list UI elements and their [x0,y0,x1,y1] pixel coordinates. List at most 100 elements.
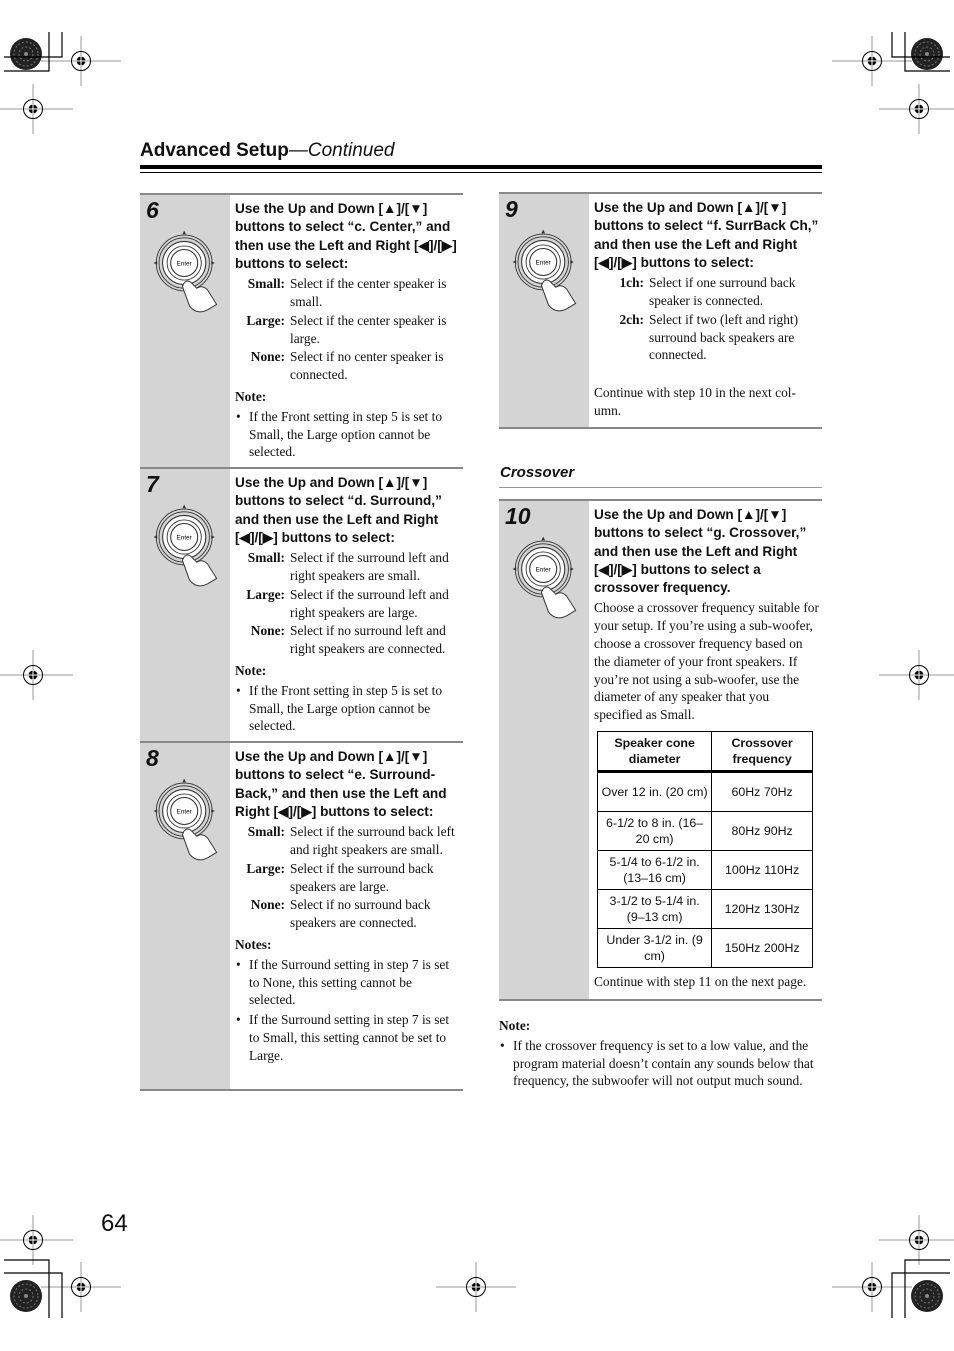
option-key: 2ch: [619,311,644,327]
option-key: Small: [247,276,285,292]
option-text: Select if the center speaker is large. [290,312,447,346]
note-heading: Note: [235,662,267,678]
option-row: Large: Select if the center speaker is la… [235,312,461,348]
table-cell: 3-1/2 to 5-1/4 in. (9–13 cm) [596,889,713,930]
table-cell: Under 3-1/2 in. (9 cm) [596,928,713,969]
option-text: Select if the surround back left and rig… [290,824,455,857]
header-continued: —Continued [288,140,395,161]
table-row: 3-1/2 to 5-1/4 in. (9–13 cm) 120Hz 130Hz [596,889,813,930]
step-instruction: Use the Up and Down [▲]/[▼] buttons to s… [235,201,457,271]
note-text: If the Surround setting in step 7 is set… [249,1012,450,1063]
option-row: 1ch: Select if one surround back speaker … [594,274,820,310]
table-cell: 5-1/4 to 6-1/2 in. (13–16 cm) [596,850,713,891]
dial-label: Enter [536,567,551,574]
continue-text: Continue with step 10 in the next col-um… [594,385,796,418]
table-cell: 120Hz 130Hz [711,889,813,930]
step-number: 10 [505,503,531,529]
table-cell: 60Hz 70Hz [711,771,813,813]
dial-label: Enter [177,261,192,268]
step-10: 10 Enter Use the Up and Down [▲]/[▼] but… [499,499,822,1001]
option-text: Select if the center speaker is small. [290,276,447,309]
step-number: 9 [505,196,518,222]
note-item: • If the crossover frequency is set to a … [499,1037,824,1090]
table-row: 5-1/4 to 6-1/2 in. (13–16 cm) 100Hz 110Hz [596,850,813,891]
section-heading-crossover: Crossover [500,464,575,481]
header-title: Advanced Setup [140,140,289,161]
note-text: If the Surround setting in step 7 is set… [249,956,450,1008]
step-instruction: Use the Up and Down [▲]/[▼] buttons to s… [235,475,442,545]
enter-dial-with-hand-icon: Enter [153,230,218,313]
option-key: Large: [246,586,285,602]
option-key: None: [250,623,285,639]
enter-dial-with-hand-icon: Enter [153,504,218,587]
option-text: Select if no surround left and right spe… [290,623,446,657]
option-key: 1ch: [619,275,644,291]
table-header: Crossover frequency [711,731,813,774]
option-row: None: Select if no surround left and righ… [235,622,461,658]
option-row: Small: Select if the surround left and ri… [235,549,461,585]
table-cell: 100Hz 110Hz [711,850,813,891]
table-header-row: Speaker cone diameter Crossover frequenc… [596,731,813,774]
note-item: • If the Surround setting in step 7 is se… [235,1011,461,1064]
note-text: If the Front setting in step 5 is set to… [249,408,443,460]
table-cell: 150Hz 200Hz [711,928,813,969]
note-heading: Notes: [235,936,272,952]
crossover-table: Speaker cone diameter Crossover frequenc… [596,731,813,969]
option-text: Select if no surround back speakers are … [290,897,431,931]
option-row: Large: Select if the surround left and ri… [235,586,461,622]
option-row: Small: Select if the surround back left a… [235,823,461,859]
option-key: Large: [246,312,285,328]
option-text: Select if the surround back speakers are… [290,860,434,894]
table-cell: Over 12 in. (20 cm) [596,771,713,813]
step-9: 9 Enter Use the Up and Down [▲]/[▼] butt… [499,192,822,429]
option-row: Small: Select if the center speaker is sm… [235,275,461,311]
table-cell: 80Hz 90Hz [711,811,813,852]
note-text: If the Front setting in step 5 is set to… [249,682,443,734]
page-header: Advanced Setup—Continued [140,140,395,162]
option-key: Small: [247,550,285,566]
table-row: Over 12 in. (20 cm) 60Hz 70Hz [596,771,813,813]
option-key: Large: [246,860,285,876]
option-text: Select if one surround back speaker is c… [649,275,796,308]
option-text: Select if the surround left and right sp… [290,586,449,620]
dial-label: Enter [536,260,551,267]
option-key: None: [250,897,285,913]
option-text: Select if no center speaker is connected… [290,349,444,383]
step-number: 6 [146,197,159,223]
option-key: None: [250,349,285,365]
step-body: Choose a crossover frequency suitable fo… [594,600,819,723]
note-text: If the crossover frequency is set to a l… [513,1037,814,1089]
table-header: Speaker cone diameter [596,731,713,774]
header-rule [140,165,822,169]
step-number: 8 [146,745,159,771]
table-row: 6-1/2 to 8 in. (16–20 cm) 80Hz 90Hz [596,811,813,852]
option-row: 2ch: Select if two (left and right) surro… [594,311,820,364]
continue-text: Continue with step 11 on the next page. [594,974,807,990]
note-item: • If the Front setting in step 5 is set t… [235,682,461,735]
step-instruction: Use the Up and Down [▲]/[▼] buttons to s… [235,749,447,819]
note-heading: Note: [235,388,267,404]
table-cell: 6-1/2 to 8 in. (16–20 cm) [596,811,713,852]
option-text: Select if the surround left and right sp… [290,550,449,583]
step-6: 6 Enter Use the Up and Down [▲]/[▼] butt… [140,193,463,467]
dial-label: Enter [177,535,192,542]
step-7: 7 Enter Use the Up and Down [▲]/[▼] butt… [140,467,463,741]
option-key: Small: [247,824,285,840]
enter-dial-with-hand-icon: Enter [512,229,577,312]
step-instruction: Use the Up and Down [▲]/[▼] buttons to s… [594,200,819,270]
header-rule-thin [140,172,822,173]
dial-label: Enter [177,809,192,816]
section-rule [499,487,822,488]
step-number: 7 [146,471,159,497]
option-row: None: Select if no surround back speakers… [235,896,461,932]
enter-dial-with-hand-icon: Enter [512,536,577,619]
note-heading: Note: [499,1018,531,1033]
option-row: Large: Select if the surround back speake… [235,860,461,896]
option-text: Select if two (left and right) surround … [649,311,799,363]
note-item: • If the Front setting in step 5 is set t… [235,408,461,461]
note-item: • If the Surround setting in step 7 is se… [235,956,461,1009]
step-instruction: Use the Up and Down [▲]/[▼] buttons to s… [594,507,807,596]
step-8: 8 Enter Use the Up and Down [▲]/[▼] butt… [140,741,463,1091]
option-row: None: Select if no center speaker is conn… [235,348,461,384]
bottom-note: Note: • If the crossover frequency is set… [499,1013,824,1090]
